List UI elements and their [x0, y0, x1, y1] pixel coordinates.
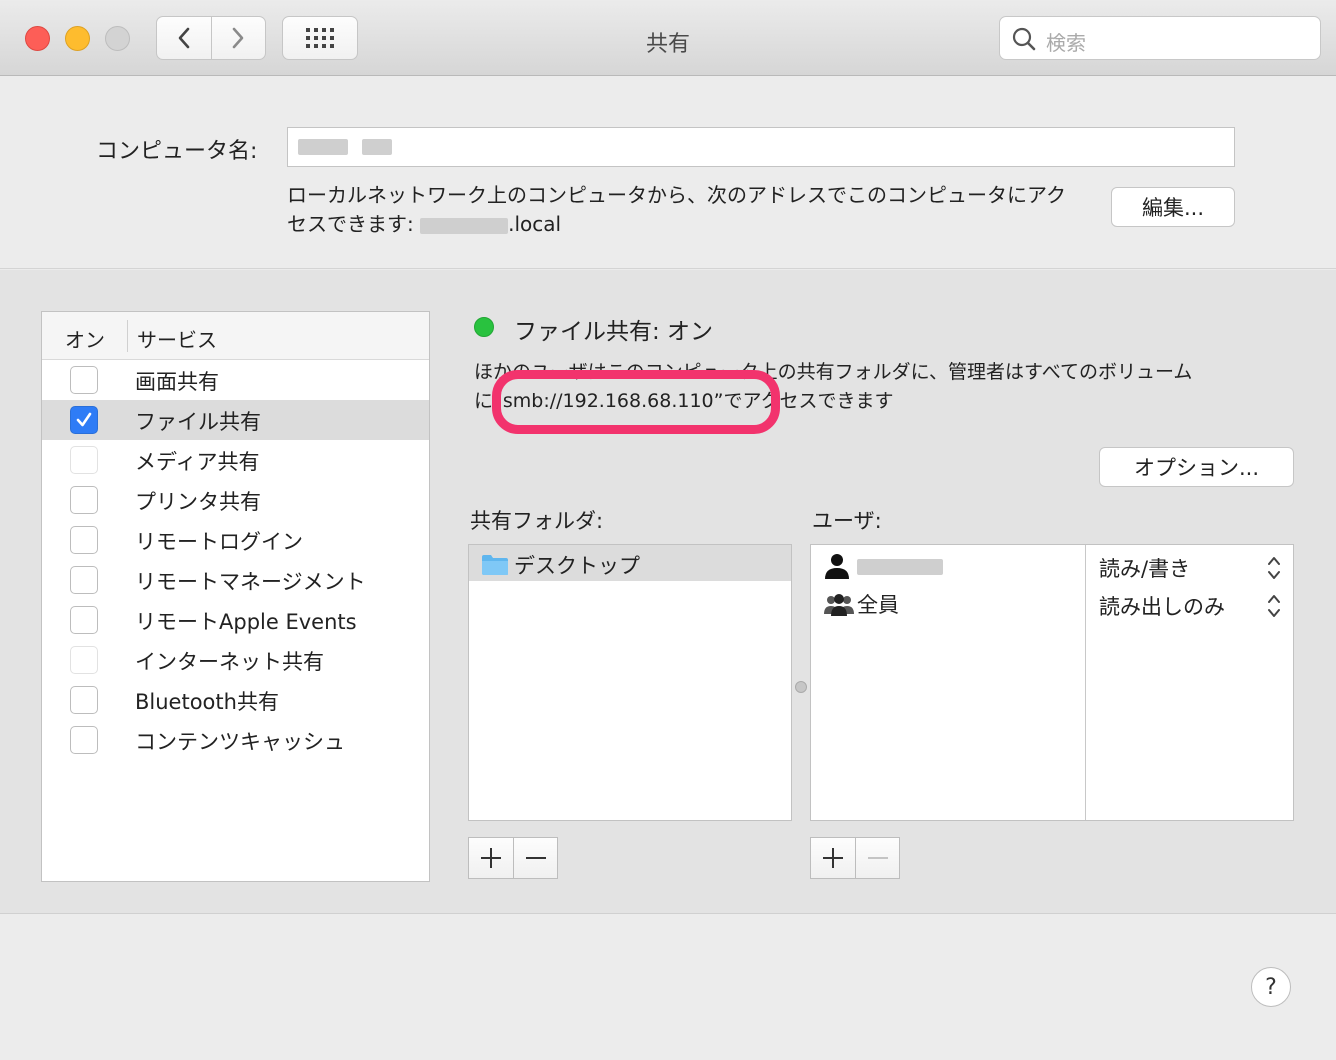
service-checkbox[interactable] [70, 606, 98, 634]
redacted-hostname [420, 217, 509, 234]
redacted-computer-name [362, 139, 392, 155]
plus-icon [481, 848, 501, 868]
service-checkbox[interactable] [70, 726, 98, 754]
service-checkbox[interactable] [70, 406, 98, 434]
redacted-computer-name [298, 139, 348, 155]
service-row-screen-sharing[interactable]: 画面共有 [42, 360, 429, 400]
title-bar: 共有 検索 [0, 0, 1336, 76]
service-row-file-sharing[interactable]: ファイル共有 [42, 400, 429, 440]
plus-icon [823, 848, 843, 868]
group-icon [824, 594, 854, 616]
service-row-media-sharing[interactable]: メディア共有 [42, 440, 429, 480]
add-folder-button[interactable] [469, 838, 513, 878]
computer-name-section: コンピュータ名: ローカルネットワーク上のコンピュータから、次のアドレスでこのコ… [0, 77, 1336, 269]
users-label: ユーザ: [812, 509, 882, 533]
service-checkbox[interactable] [70, 366, 98, 394]
search-icon [1012, 27, 1036, 51]
computer-name-field[interactable] [287, 127, 1235, 167]
user-row[interactable]: 全員 [811, 585, 1085, 623]
service-row-remote-apple-events[interactable]: リモートApple Events [42, 600, 429, 640]
status-text: ファイル共有: オン [514, 319, 714, 345]
search-field[interactable]: 検索 [999, 16, 1321, 60]
shared-folders-label: 共有フォルダ: [470, 509, 604, 533]
column-header-service[interactable]: サービス [137, 324, 217, 353]
minus-icon [525, 857, 546, 859]
services-header: オン サービス [42, 312, 429, 360]
remove-user-button[interactable] [855, 838, 899, 878]
help-button[interactable]: ? [1251, 967, 1291, 1007]
redacted-user-name [857, 559, 943, 575]
user-add-remove-buttons [810, 837, 900, 879]
service-row-content-caching[interactable]: コンテンツキャッシュ [42, 720, 429, 760]
service-checkbox[interactable] [70, 686, 98, 714]
sharing-panel: オン サービス 画面共有 ファイル共有 メディア共有 プリンタ共有 リモートログ… [0, 270, 1336, 914]
highlight-annotation [492, 370, 780, 434]
up-down-chevron-icon [1268, 595, 1280, 617]
permission-popup[interactable]: 読み出しのみ [1099, 587, 1289, 625]
edit-button[interactable]: 編集... [1111, 187, 1235, 227]
checkmark-icon [76, 412, 92, 427]
service-checkbox[interactable] [70, 486, 98, 514]
users-list: 読み/書き 全員 読み出しのみ [810, 544, 1294, 821]
service-checkbox[interactable] [70, 526, 98, 554]
service-checkbox[interactable] [70, 446, 98, 474]
local-address-text: ローカルネットワーク上のコンピュータから、次のアドレスでこのコンピュータにアク … [287, 183, 1066, 236]
remove-folder-button[interactable] [513, 838, 557, 878]
user-icon [825, 554, 849, 579]
user-row[interactable] [811, 547, 1085, 585]
folder-row[interactable]: デスクトップ [469, 545, 791, 581]
service-row-remote-management[interactable]: リモートマネージメント [42, 560, 429, 600]
folder-add-remove-buttons [468, 837, 558, 879]
minus-icon [867, 857, 888, 859]
up-down-chevron-icon [1268, 557, 1280, 579]
shared-folders-list: デスクトップ [468, 544, 792, 821]
column-header-on[interactable]: オン [65, 324, 105, 353]
folder-icon [482, 555, 508, 575]
service-checkbox[interactable] [70, 566, 98, 594]
split-handle[interactable] [795, 681, 807, 693]
computer-name-label: コンピュータ名: [96, 139, 258, 164]
options-button[interactable]: オプション... [1099, 447, 1294, 487]
service-row-remote-login[interactable]: リモートログイン [42, 520, 429, 560]
service-row-bluetooth-sharing[interactable]: Bluetooth共有 [42, 680, 429, 720]
search-placeholder: 検索 [1046, 31, 1086, 55]
add-user-button[interactable] [811, 838, 855, 878]
service-row-internet-sharing[interactable]: インターネット共有 [42, 640, 429, 680]
service-checkbox[interactable] [70, 646, 98, 674]
status-indicator [474, 317, 494, 337]
services-list: オン サービス 画面共有 ファイル共有 メディア共有 プリンタ共有 リモートログ… [41, 311, 430, 882]
service-row-printer-sharing[interactable]: プリンタ共有 [42, 480, 429, 520]
permission-popup[interactable]: 読み/書き [1099, 549, 1289, 587]
